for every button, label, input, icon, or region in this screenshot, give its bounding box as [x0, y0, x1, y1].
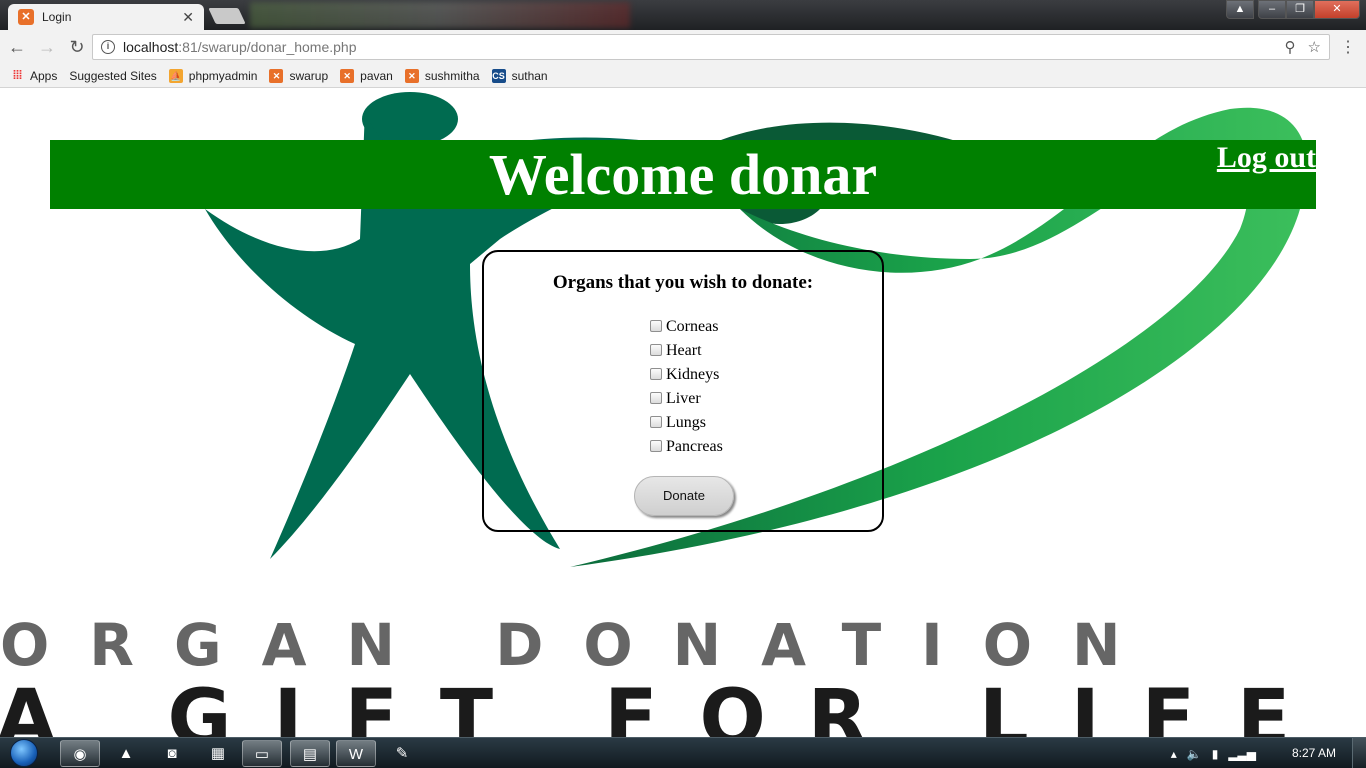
organ-label: Pancreas [666, 438, 723, 455]
explorer-taskbar-icon[interactable]: ▭ [242, 740, 282, 767]
chrome-taskbar-icon[interactable]: ◉ [60, 740, 100, 767]
tray-expand-icon[interactable]: ▴ [1171, 747, 1177, 761]
bookmark-sushmitha[interactable]: ✕ sushmitha [404, 68, 480, 83]
bookmark-phpmyadmin[interactable]: ⛵ phpmyadmin [168, 68, 258, 83]
browser-toolbar: ← → ↻ i localhost:81/swarup/donar_home.p… [0, 30, 1366, 64]
banner-gift-for-life: A GIFT FOR LIFE [0, 674, 1333, 737]
apps-grid-icon: ⁞⁞⁞ [12, 67, 23, 82]
tool-taskbar-icon[interactable]: ▦ [198, 740, 238, 767]
organ-label: Liver [666, 390, 701, 407]
bookmark-label: Apps [30, 68, 58, 83]
bookmark-suthan[interactable]: CS suthan [491, 68, 548, 83]
xampp-icon: ✕ [269, 68, 284, 83]
forward-arrow-icon[interactable]: → [34, 34, 60, 60]
bookmarks-bar: ⁞⁞⁞ Apps Suggested Sites ⛵ phpmyadmin ✕ swa… [0, 64, 1366, 167]
notepad-taskbar-icon[interactable]: ▤ [290, 740, 330, 767]
xampp-icon: ✕ [340, 68, 355, 83]
phpmyadmin-icon: ⛵ [168, 68, 183, 83]
banner-organ-donation: ORGAN DONATION [0, 611, 1161, 679]
reload-icon[interactable]: ↻ [64, 34, 90, 60]
key-icon[interactable]: ⚲ [1285, 38, 1296, 56]
word-taskbar-icon[interactable]: W [336, 740, 376, 767]
organ-label: Kidneys [666, 366, 720, 383]
xampp-icon: ✕ [404, 68, 419, 83]
clock[interactable]: 8:27 AM [1292, 746, 1336, 760]
logout-link[interactable]: Log out [1217, 141, 1316, 175]
bookmark-label: pavan [360, 68, 393, 83]
bookmark-pavan[interactable]: ✕ pavan [340, 68, 393, 83]
organ-label: Heart [666, 342, 702, 359]
organ-option-pancreas: Pancreas [650, 435, 723, 459]
organ-option-lungs: Lungs [650, 411, 723, 435]
organ-option-kidneys: Kidneys [650, 363, 723, 387]
address-bar[interactable]: i localhost:81/swarup/donar_home.php ⚲ ☆ [92, 34, 1330, 60]
tab-title: Login [42, 10, 72, 24]
url-text[interactable]: localhost:81/swarup/donar_home.php [123, 39, 357, 55]
bookmark-label: swarup [289, 68, 329, 83]
browser-tab[interactable]: ✕ Login ✕ [8, 4, 204, 30]
organ-option-liver: Liver [650, 387, 723, 411]
liver-checkbox[interactable] [650, 391, 662, 404]
donation-form: Organs that you wish to donate: Corneas … [482, 250, 884, 532]
chrome-menu-icon[interactable]: ⋮ [1340, 37, 1356, 57]
pancreas-checkbox[interactable] [650, 439, 662, 452]
close-window-button[interactable]: ✕ [1314, 0, 1360, 19]
welcome-header-bar: Welcome donar Log out [50, 140, 1316, 209]
bookmark-star-icon[interactable]: ☆ [1308, 38, 1321, 56]
network-signal-icon[interactable]: ▂▃▅ [1228, 747, 1256, 761]
corneas-checkbox[interactable] [650, 319, 662, 332]
window-controls: ▲ – ❐ ✕ [1226, 0, 1360, 19]
bookmark-label: suthan [511, 68, 548, 83]
info-icon[interactable]: i [101, 40, 115, 54]
heart-checkbox[interactable] [650, 343, 662, 356]
kidneys-checkbox[interactable] [650, 367, 662, 380]
form-title: Organs that you wish to donate: [552, 272, 814, 293]
organ-option-corneas: Corneas [650, 315, 723, 339]
page-viewport: Welcome donar Log out Organs that you wi… [0, 89, 1366, 737]
windows-taskbar: ◉ ▲ ◙ ▦ ▭ ▤ W ✎ ▴ 🔈 ▮ ▂▃▅ 8:27 AM [0, 737, 1366, 768]
back-arrow-icon[interactable]: ← [4, 34, 30, 60]
minimize-button[interactable]: – [1258, 0, 1286, 19]
power-icon[interactable]: ▮ [1212, 747, 1219, 761]
bookmark-label: phpmyadmin [188, 68, 258, 83]
app-taskbar-icon[interactable]: ◙ [152, 740, 192, 767]
vlc-taskbar-icon[interactable]: ▲ [106, 740, 146, 767]
new-tab-button[interactable] [208, 8, 246, 24]
page-title: Welcome donar [488, 142, 878, 207]
tab-close-icon[interactable]: ✕ [182, 9, 194, 26]
xampp-favicon-icon: ✕ [18, 9, 34, 25]
window-titlebar: ✕ Login ✕ ▲ – ❐ ✕ [0, 0, 1366, 30]
cs-icon: CS [491, 68, 506, 83]
organ-checkbox-list: Corneas Heart Kidneys Liver Lungs Pancre… [650, 315, 723, 459]
volume-icon[interactable]: 🔈 [1187, 747, 1202, 761]
bookmark-swarup[interactable]: ✕ swarup [269, 68, 329, 83]
windows-logo-icon [10, 739, 38, 767]
start-button[interactable] [8, 738, 40, 768]
blurred-tab-area [250, 2, 630, 28]
paint-taskbar-icon[interactable]: ✎ [382, 740, 422, 767]
organ-label: Lungs [666, 414, 706, 431]
donate-button[interactable]: Donate [634, 476, 734, 516]
bookmark-suggested-sites[interactable]: Suggested Sites [0, 68, 157, 167]
bookmark-label: sushmitha [424, 68, 480, 83]
organ-label: Corneas [666, 318, 719, 335]
organ-option-heart: Heart [650, 339, 723, 363]
url-path: :81/swarup/donar_home.php [178, 39, 357, 55]
url-host: localhost [123, 39, 179, 55]
bookmark-label: Suggested Sites [69, 68, 157, 83]
show-desktop-button[interactable] [1352, 738, 1366, 768]
user-profile-icon[interactable]: ▲ [1226, 0, 1254, 19]
bookmark-apps[interactable]: ⁞⁞⁞ Apps [10, 67, 58, 83]
maximize-button[interactable]: ❐ [1286, 0, 1314, 19]
lungs-checkbox[interactable] [650, 415, 662, 428]
